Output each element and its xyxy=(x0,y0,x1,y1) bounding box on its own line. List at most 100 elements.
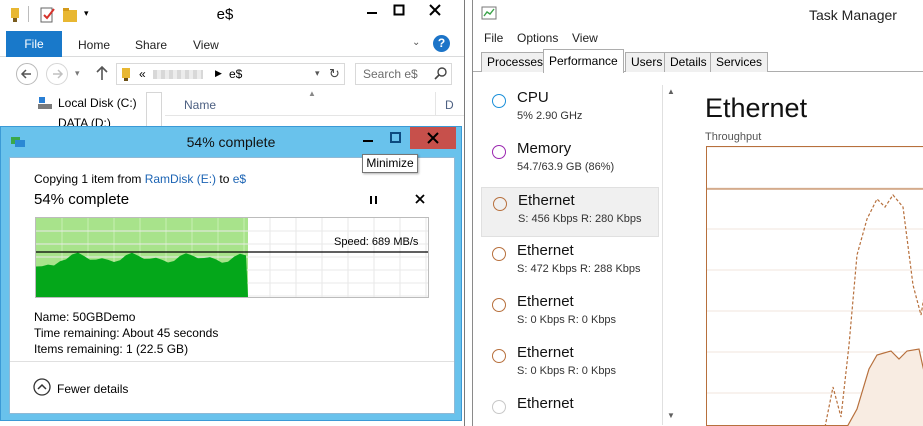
perf-indicator-icon xyxy=(492,349,506,363)
breadcrumb-current[interactable]: e$ xyxy=(229,67,242,81)
address-box[interactable]: « ▶ e$ ▾ ↻ xyxy=(116,63,345,85)
recent-locations-icon[interactable]: ▾ xyxy=(75,68,80,79)
perf-item-stats: S: 472 Kbps R: 288 Kbps xyxy=(517,263,641,275)
column-divider[interactable] xyxy=(435,92,436,116)
maximize-icon xyxy=(390,132,401,143)
tab-performance[interactable]: Performance xyxy=(543,49,624,73)
perf-item-stats: S: 0 Kbps R: 0 Kbps xyxy=(517,314,617,326)
perf-item[interactable]: Ethernet S: 456 Kbps R: 280 Kbps xyxy=(481,187,659,237)
menu-file[interactable]: File xyxy=(484,31,503,45)
perf-item[interactable]: Ethernet S: 472 Kbps R: 288 Kbps xyxy=(481,238,659,288)
tab-details[interactable]: Details xyxy=(664,52,713,72)
local-disk-icon xyxy=(37,96,53,113)
destination-link[interactable]: e$ xyxy=(233,172,246,186)
copy-minimize-button[interactable] xyxy=(355,127,381,149)
perf-item[interactable]: Ethernet xyxy=(481,391,659,426)
task-manager-title: Task Manager xyxy=(809,7,897,23)
perf-item[interactable]: Ethernet S: 0 Kbps R: 0 Kbps xyxy=(481,289,659,339)
perf-item[interactable]: CPU 5% 2.90 GHz xyxy=(481,85,659,135)
sort-indicator-icon: ▲ xyxy=(308,89,316,98)
pause-icon xyxy=(370,196,377,204)
tab-share[interactable]: Share xyxy=(135,38,167,52)
address-prefix: « xyxy=(139,67,146,81)
perf-indicator-icon xyxy=(492,94,506,108)
close-icon xyxy=(427,132,439,144)
maximize-icon xyxy=(393,4,404,16)
source-link[interactable]: RamDisk (E:) xyxy=(145,172,216,186)
refresh-icon[interactable]: ↻ xyxy=(329,66,340,82)
menu-options[interactable]: Options xyxy=(517,31,558,45)
menu-view[interactable]: View xyxy=(572,31,598,45)
task-manager-window: Task Manager File Options View Processes… xyxy=(472,0,923,426)
throughput-graph xyxy=(706,146,923,426)
time-remaining-line: Time remaining: About 45 seconds xyxy=(34,326,219,340)
help-icon[interactable]: ? xyxy=(433,35,450,52)
tab-view[interactable]: View xyxy=(193,38,219,52)
perf-indicator-icon xyxy=(492,145,506,159)
minimize-icon xyxy=(363,140,373,142)
perf-item-name: Ethernet xyxy=(518,192,575,209)
qa-dropdown-icon[interactable]: ▾ xyxy=(84,8,89,19)
pause-button[interactable] xyxy=(368,194,380,209)
scroll-up-icon[interactable]: ▲ xyxy=(667,87,675,96)
breadcrumb-chevron-icon[interactable]: ▶ xyxy=(215,68,222,79)
close-button[interactable] xyxy=(415,0,455,22)
cancel-copy-button[interactable] xyxy=(414,193,426,208)
maximize-button[interactable] xyxy=(382,0,415,22)
copying-line: Copying 1 item from RamDisk (E:) to e$ xyxy=(34,172,246,186)
receive-area xyxy=(846,348,923,426)
tab-services[interactable]: Services xyxy=(710,52,769,72)
fewer-details-chevron-icon[interactable] xyxy=(33,378,51,399)
performance-sidebar: CPU 5% 2.90 GHz Memory 54.7/63.9 GB (86%) Et… xyxy=(473,73,675,426)
copy-body: Copying 1 item from RamDisk (E:) to e$ 5… xyxy=(9,157,455,414)
properties-icon[interactable] xyxy=(40,7,55,23)
perf-indicator-icon xyxy=(492,247,506,261)
speed-graph-svg xyxy=(36,218,428,297)
column-date[interactable]: D xyxy=(445,98,454,112)
separator xyxy=(10,361,454,362)
redacted-path xyxy=(153,70,203,79)
throughput-graph-svg xyxy=(707,146,923,426)
minimize-tooltip: Minimize xyxy=(362,154,418,173)
search-input[interactable]: Search e$ xyxy=(363,67,418,81)
speed-graph: Speed: 689 MB/s xyxy=(35,217,429,298)
ribbon-tabs: File Home Share View ⌄ ? xyxy=(0,30,464,57)
search-box[interactable]: Search e$ xyxy=(355,63,452,85)
detail-heading: Ethernet xyxy=(705,93,808,123)
nav-item-local-disk[interactable]: Local Disk (C:) xyxy=(58,96,137,110)
expand-ribbon-icon[interactable]: ⌄ xyxy=(412,37,420,48)
fewer-details-button[interactable]: Fewer details xyxy=(57,382,128,396)
column-name[interactable]: Name xyxy=(184,98,216,112)
close-icon xyxy=(429,4,441,16)
sidebar-scrollbar[interactable]: ▲ ▼ xyxy=(662,85,679,425)
column-header: ▲ Name D xyxy=(165,89,464,116)
perf-item-stats: S: 0 Kbps R: 0 Kbps xyxy=(517,365,617,377)
name-line: Name: 50GBDemo xyxy=(34,310,136,324)
forward-button[interactable] xyxy=(46,63,68,85)
copying-prefix: Copying 1 item from xyxy=(34,172,145,186)
folder-properties-icon[interactable] xyxy=(8,7,22,23)
task-manager-tabs: Processes Performance Users Details Serv… xyxy=(473,48,923,73)
scroll-down-icon[interactable]: ▼ xyxy=(667,411,675,420)
copy-titlebar: 54% complete xyxy=(1,127,461,157)
perf-item[interactable]: Memory 54.7/63.9 GB (86%) xyxy=(481,136,659,186)
tab-home[interactable]: Home xyxy=(78,38,110,52)
drive-icon xyxy=(120,67,134,84)
copy-maximize-button[interactable] xyxy=(382,127,409,149)
new-folder-icon[interactable] xyxy=(62,7,77,23)
navigation-pane: Local Disk (C:) DATA (D:) xyxy=(0,90,162,132)
address-dropdown-icon[interactable]: ▾ xyxy=(315,68,320,79)
perf-item[interactable]: Ethernet S: 0 Kbps R: 0 Kbps xyxy=(481,340,659,390)
perf-item-stats: S: 456 Kbps R: 280 Kbps xyxy=(518,213,642,225)
search-icon xyxy=(434,66,448,83)
task-manager-icon xyxy=(481,6,497,23)
back-arrow-icon xyxy=(20,69,31,79)
tab-processes[interactable]: Processes xyxy=(481,52,550,72)
file-tab[interactable]: File xyxy=(6,31,62,57)
tab-users[interactable]: Users xyxy=(625,52,669,72)
percent-label: 54% complete xyxy=(34,191,130,208)
copy-close-button[interactable] xyxy=(410,127,456,149)
task-manager-menu: File Options View xyxy=(473,28,923,48)
up-button[interactable] xyxy=(95,64,109,85)
back-button[interactable] xyxy=(16,63,38,85)
